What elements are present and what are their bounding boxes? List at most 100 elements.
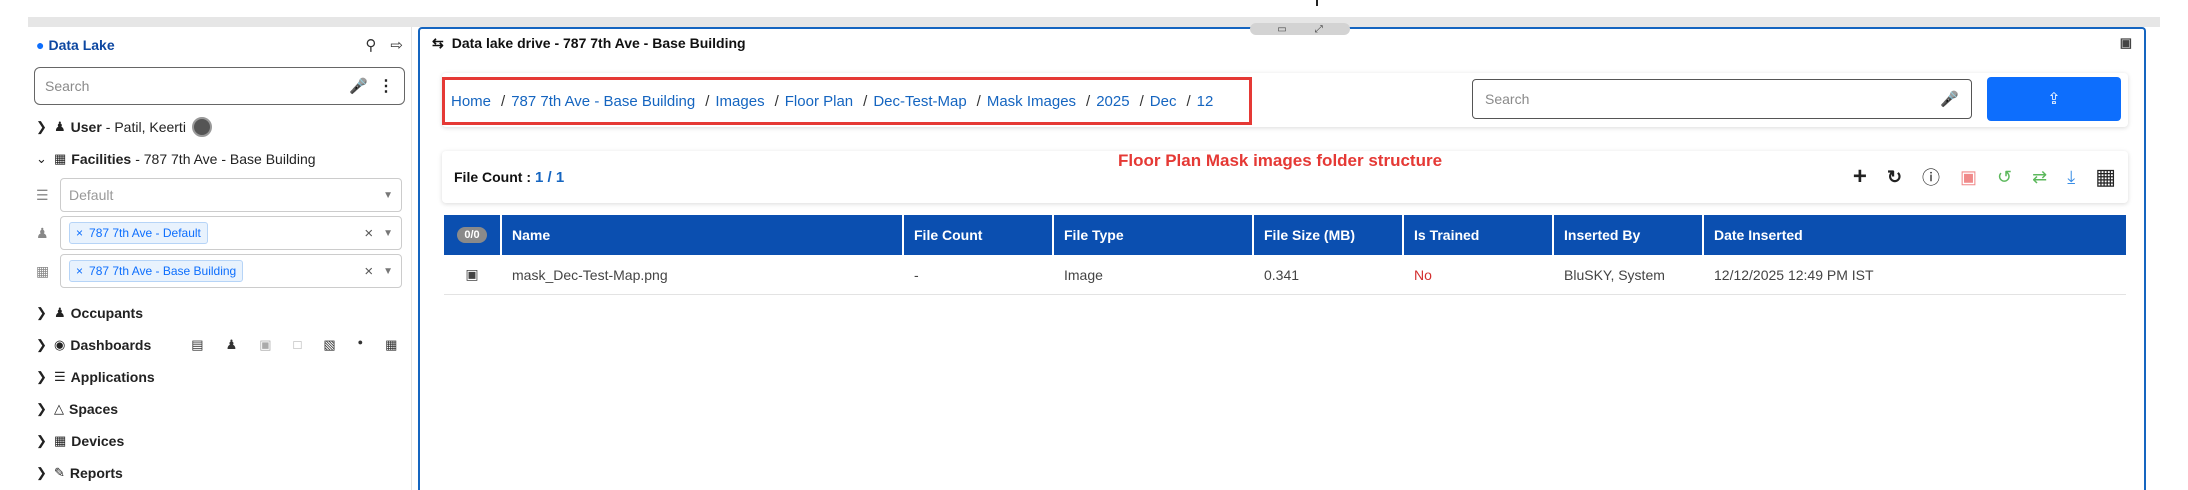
site-select[interactable]: × 787 7th Ave - Default × ▼ <box>60 216 402 250</box>
panel-handle[interactable]: ▭ ⤢ <box>1250 23 1350 35</box>
sidebar-item-reports[interactable]: ❯ ✎ Reports <box>28 457 411 489</box>
file-search-input[interactable]: Search 🎤 <box>1472 79 1972 119</box>
building-chip-label: 787 7th Ave - Base Building <box>89 264 237 278</box>
file-table: 0/0 Name File Count File Type File Size … <box>444 215 2126 295</box>
grid-view-icon[interactable]: ▦ <box>2095 164 2116 190</box>
sidebar-item-dashboards[interactable]: ❯ ◉ Dashboards ▤ ♟ ▣ □ ▧ ● ▦ <box>28 329 411 361</box>
sidebar-item-devices[interactable]: ❯ ▦ Devices <box>28 425 411 457</box>
breadcrumb-floor-plan[interactable]: Floor Plan <box>785 93 853 110</box>
chip-remove-icon[interactable]: × <box>76 226 83 240</box>
column-header-file-size[interactable]: File Size (MB) <box>1252 215 1402 255</box>
breadcrumb-map[interactable]: Dec-Test-Map <box>873 93 966 110</box>
chevron-right-icon[interactable]: ❯ <box>36 465 50 481</box>
download-icon[interactable]: ⤓ <box>2067 167 2075 188</box>
breadcrumb-mask-images[interactable]: Mask Images <box>987 93 1076 110</box>
column-header-file-count[interactable]: File Count <box>902 215 1052 255</box>
sidebar-item-occupants[interactable]: ❯ ♟ Occupants <box>28 297 411 329</box>
chevron-right-icon[interactable]: ❯ <box>36 305 50 321</box>
building-icon: ▦ <box>54 151 67 166</box>
clear-icon[interactable]: × <box>364 263 373 280</box>
cell-name[interactable]: mask_Dec-Test-Map.png <box>500 267 902 283</box>
calendar-icon[interactable]: ▤ <box>191 337 203 353</box>
breadcrumb-separator: / <box>976 92 981 110</box>
dropdown-arrow-icon[interactable]: ▼ <box>383 190 393 201</box>
sidebar-item-label: Reports <box>69 465 123 481</box>
breadcrumb-year[interactable]: 2025 <box>1096 93 1129 110</box>
column-header-name[interactable]: Name <box>500 215 902 255</box>
site-icon: ♟ <box>36 224 49 241</box>
refresh-icon[interactable]: ↻ <box>1887 167 1902 188</box>
breadcrumb-separator: / <box>1186 92 1191 110</box>
grid-icon[interactable]: ▦ <box>385 337 397 353</box>
user-icon[interactable]: ♟ <box>226 337 238 353</box>
save-icon[interactable]: ▧ <box>323 337 335 353</box>
breadcrumb-home[interactable]: Home <box>451 93 491 110</box>
chevron-right-icon[interactable]: ❯ <box>36 433 50 449</box>
breadcrumb-images[interactable]: Images <box>715 93 764 110</box>
column-header-date-inserted[interactable]: Date Inserted <box>1702 215 2126 255</box>
clear-icon[interactable]: × <box>364 225 373 242</box>
sidebar-search-input[interactable]: Search 🎤 ⋮ <box>34 67 405 105</box>
data-lake-panel: ▭ ⤢ ⇆ Data lake drive - 787 7th Ave - Ba… <box>418 23 2146 490</box>
table-row[interactable]: ▣ mask_Dec-Test-Map.png - Image 0.341 No… <box>444 255 2126 295</box>
breadcrumb-day[interactable]: 12 <box>1197 93 1214 110</box>
chevron-right-icon[interactable]: ❯ <box>36 119 50 135</box>
building-select[interactable]: × 787 7th Ave - Base Building × ▼ <box>60 254 402 288</box>
column-header-inserted-by[interactable]: Inserted By <box>1552 215 1702 255</box>
file-search-placeholder: Search <box>1485 91 1530 107</box>
top-strip <box>28 0 2160 27</box>
breadcrumb-building[interactable]: 787 7th Ave - Base Building <box>511 93 695 110</box>
user-icon: ♟ <box>54 119 66 134</box>
exit-icon[interactable]: ⇨ <box>390 36 403 54</box>
more-options-icon[interactable]: ⋮ <box>378 76 394 96</box>
dropdown-arrow-icon[interactable]: ▼ <box>383 228 393 239</box>
cell-file-count: - <box>914 266 919 283</box>
site-chip-label: 787 7th Ave - Default <box>89 226 201 240</box>
trash-icon[interactable]: ▣ <box>2120 35 2132 51</box>
breadcrumb-separator: / <box>774 92 779 110</box>
tree-item-user[interactable]: ❯ ♟ User - Patil, Keerti <box>28 107 411 147</box>
microphone-icon[interactable]: 🎤 <box>1940 90 1959 108</box>
sidebar-item-spaces[interactable]: ❯ △ Spaces <box>28 393 411 425</box>
upload-icon: ⇪ <box>2047 91 2061 108</box>
chevron-right-icon[interactable]: ❯ <box>36 401 50 417</box>
chip-remove-icon[interactable]: × <box>76 264 83 278</box>
swap-icon[interactable]: ⇄ <box>2032 167 2047 188</box>
info-icon[interactable]: ⓘ <box>1922 164 1940 190</box>
expand-icon[interactable]: ⤢ <box>1315 24 1323 35</box>
reset-icon[interactable]: ↺ <box>1997 167 2012 188</box>
info-icon[interactable]: ● <box>358 337 363 353</box>
trash-icon[interactable]: ▣ <box>259 337 271 353</box>
column-header-is-trained[interactable]: Is Trained <box>1402 215 1552 255</box>
tree-item-facilities[interactable]: ⌄ ▦ Facilities - 787 7th Ave - Base Buil… <box>28 147 411 171</box>
breadcrumb-separator: / <box>1086 92 1091 110</box>
copy-icon[interactable]: □ <box>294 337 302 353</box>
microphone-icon[interactable]: 🎤 <box>349 77 368 95</box>
chevron-down-icon[interactable]: ⌄ <box>36 151 50 167</box>
upload-button[interactable]: ⇪ <box>1987 77 2121 121</box>
sidebar-item-applications[interactable]: ❯ ☰ Applications <box>28 361 411 393</box>
add-icon[interactable]: + <box>1853 163 1867 191</box>
site-chip: × 787 7th Ave - Default <box>69 222 208 244</box>
transfer-icon: ⇆ <box>432 34 444 51</box>
sidebar-title: Data Lake <box>48 37 115 53</box>
delete-icon[interactable]: ▣ <box>1960 167 1977 188</box>
search-icon[interactable]: ⚲ <box>365 36 376 54</box>
chevron-right-icon[interactable]: ❯ <box>36 369 50 385</box>
dropdown-arrow-icon[interactable]: ▼ <box>383 266 393 277</box>
sidebar-item-label: Dashboards <box>70 337 152 353</box>
select-row-site: ♟ × 787 7th Ave - Default × ▼ <box>28 215 411 251</box>
sidebar-item-label: Devices <box>71 433 125 449</box>
breadcrumb-month[interactable]: Dec <box>1150 93 1177 110</box>
space-icon: △ <box>54 401 64 416</box>
facilities-value: - 787 7th Ave - Base Building <box>135 151 316 167</box>
minimize-icon[interactable]: ▭ <box>1277 24 1286 35</box>
column-header-file-type[interactable]: File Type <box>1052 215 1252 255</box>
dashboard-icon: ◉ <box>54 337 66 352</box>
menu-icon: ☰ <box>54 369 66 384</box>
chevron-right-icon[interactable]: ❯ <box>36 337 50 353</box>
default-select[interactable]: Default ▼ <box>60 178 402 212</box>
breadcrumb-separator: / <box>705 92 710 110</box>
select-all-cell[interactable]: 0/0 <box>444 215 500 255</box>
user-label: User <box>70 119 102 135</box>
